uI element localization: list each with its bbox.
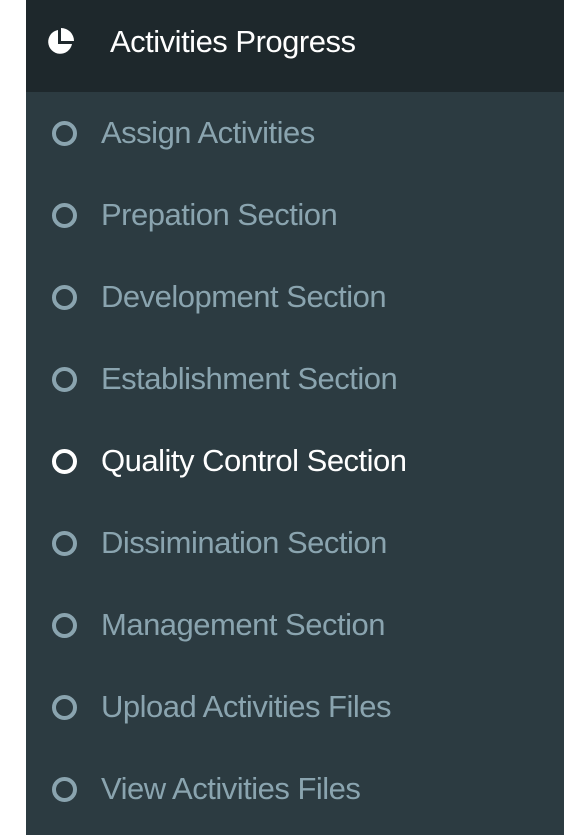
menu-item-view-activities-files[interactable]: View Activities Files <box>26 748 564 830</box>
menu-item-quality-control-section[interactable]: Quality Control Section <box>26 420 564 502</box>
circle-outline-icon <box>52 202 77 228</box>
menu-item-label: Management Section <box>101 607 385 642</box>
menu-item-label: Assign Activities <box>101 115 315 150</box>
submenu-list: Assign Activities Prepation Section Deve… <box>26 92 564 830</box>
menu-item-label: Upload Activities Files <box>101 689 392 724</box>
menu-header-activities-progress[interactable]: Activities Progress <box>26 0 564 92</box>
circle-outline-icon <box>52 284 77 310</box>
menu-item-management-section[interactable]: Management Section <box>26 584 564 666</box>
menu-item-label: Establishment Section <box>101 361 398 396</box>
menu-item-label: Quality Control Section <box>101 443 407 478</box>
circle-outline-icon <box>52 776 77 802</box>
menu-item-label: Prepation Section <box>101 197 338 232</box>
circle-outline-icon <box>52 366 77 392</box>
menu-item-establishment-section[interactable]: Establishment Section <box>26 338 564 420</box>
circle-outline-icon <box>52 612 77 638</box>
circle-outline-icon <box>52 120 77 146</box>
menu-header-label: Activities Progress <box>110 24 356 59</box>
circle-outline-icon <box>52 694 77 720</box>
menu-item-prepation-section[interactable]: Prepation Section <box>26 174 564 256</box>
circle-outline-icon <box>52 448 77 474</box>
menu-item-label: Development Section <box>101 279 387 314</box>
menu-item-label: Dissimination Section <box>101 525 387 560</box>
menu-item-dissimination-section[interactable]: Dissimination Section <box>26 502 564 584</box>
menu-item-label: View Activities Files <box>101 771 361 806</box>
menu-item-development-section[interactable]: Development Section <box>26 256 564 338</box>
menu-item-assign-activities[interactable]: Assign Activities <box>26 92 564 174</box>
circle-outline-icon <box>52 530 77 556</box>
menu-item-upload-activities-files[interactable]: Upload Activities Files <box>26 666 564 748</box>
pie-chart-icon <box>44 26 76 58</box>
sidebar-menu: Activities Progress Assign Activities Pr… <box>26 0 564 835</box>
